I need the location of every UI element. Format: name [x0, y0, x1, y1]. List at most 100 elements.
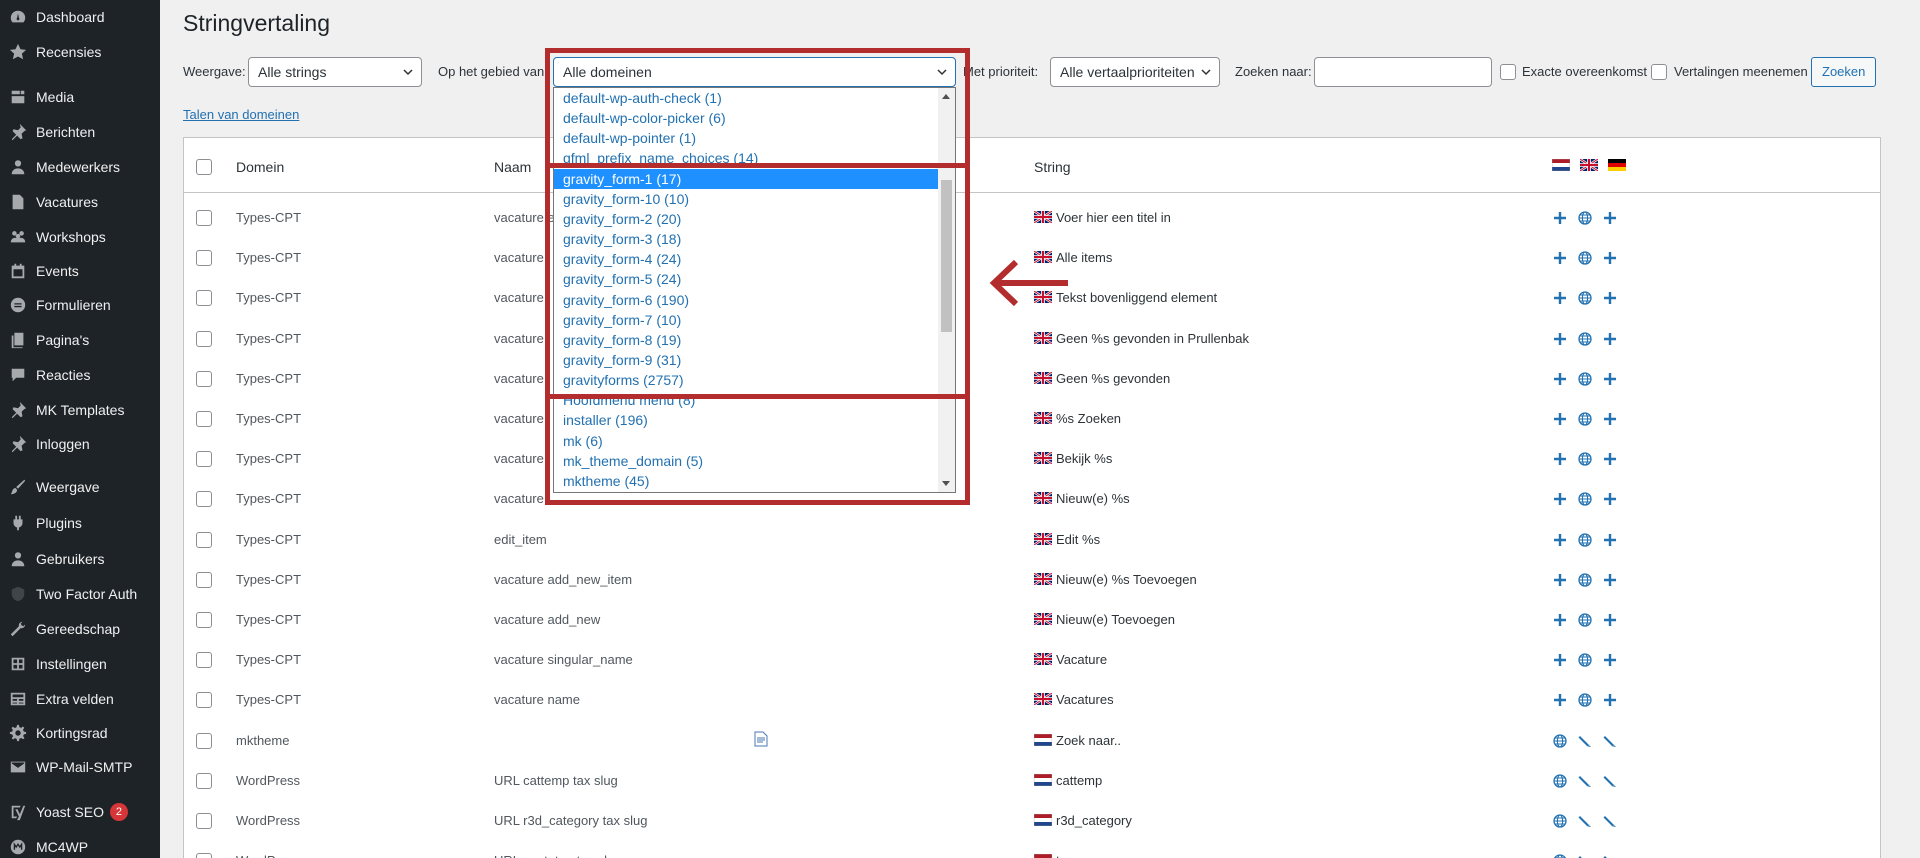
plus-action-button[interactable] — [1602, 331, 1618, 347]
row-checkbox[interactable] — [196, 692, 212, 709]
globe-action-button[interactable] — [1577, 491, 1593, 507]
plus-action-button[interactable] — [1552, 411, 1568, 427]
plus-action-button[interactable] — [1552, 210, 1568, 226]
row-checkbox[interactable] — [196, 813, 212, 829]
sidebar-item-events[interactable]: Events — [0, 256, 160, 286]
row-checkbox[interactable] — [196, 370, 212, 387]
globe-action-button[interactable] — [1552, 773, 1568, 789]
plus-action-button[interactable] — [1602, 411, 1618, 427]
select-all-checkbox[interactable] — [196, 159, 212, 175]
pencil-action-button[interactable] — [1602, 853, 1618, 858]
include-translations-checkbox[interactable] — [1651, 64, 1667, 80]
sidebar-item-wp-mail-smtp[interactable]: WP-Mail-SMTP — [0, 752, 160, 782]
column-header-name[interactable]: Naam — [494, 159, 531, 175]
plus-action-button[interactable] — [1552, 331, 1568, 347]
pencil-action-button[interactable] — [1602, 773, 1618, 789]
plus-action-button[interactable] — [1552, 692, 1568, 708]
search-input[interactable] — [1314, 57, 1492, 87]
sidebar-item-instellingen[interactable]: Instellingen — [0, 649, 160, 679]
search-button[interactable]: Zoeken — [1811, 57, 1877, 87]
sidebar-item-reacties[interactable]: Reacties — [0, 360, 160, 390]
row-checkbox[interactable] — [196, 853, 212, 858]
plus-action-button[interactable] — [1602, 290, 1618, 306]
row-checkbox[interactable] — [196, 531, 212, 548]
column-header-string[interactable]: String — [1034, 159, 1071, 175]
globe-action-button[interactable] — [1577, 532, 1593, 548]
globe-action-button[interactable] — [1577, 692, 1593, 708]
sidebar-item-kortingsrad[interactable]: Kortingsrad — [0, 718, 160, 748]
sidebar-item-recensies[interactable]: Recensies — [0, 37, 160, 67]
globe-action-button[interactable] — [1577, 371, 1593, 387]
sidebar-item-gebruikers[interactable]: Gebruikers — [0, 544, 160, 574]
row-checkbox[interactable] — [196, 652, 212, 669]
sidebar-item-plugins[interactable]: Plugins — [0, 508, 160, 538]
sidebar-item-medewerkers[interactable]: Medewerkers — [0, 152, 160, 182]
plus-action-button[interactable] — [1552, 532, 1568, 548]
document-icon[interactable] — [754, 731, 768, 750]
plus-action-button[interactable] — [1552, 612, 1568, 628]
plus-action-button[interactable] — [1552, 451, 1568, 467]
globe-action-button[interactable] — [1577, 411, 1593, 427]
sidebar-item-media[interactable]: Media — [0, 82, 160, 112]
globe-action-button[interactable] — [1577, 612, 1593, 628]
plus-action-button[interactable] — [1602, 451, 1618, 467]
plus-action-button[interactable] — [1602, 210, 1618, 226]
pencil-action-button[interactable] — [1577, 853, 1593, 858]
sidebar-item-berichten[interactable]: Berichten — [0, 117, 160, 147]
plus-action-button[interactable] — [1602, 491, 1618, 507]
plus-action-button[interactable] — [1552, 491, 1568, 507]
row-checkbox[interactable] — [196, 411, 212, 427]
globe-action-button[interactable] — [1577, 290, 1593, 306]
plus-action-button[interactable] — [1602, 612, 1618, 628]
view-select[interactable]: Alle strings — [248, 57, 422, 87]
globe-action-button[interactable] — [1577, 210, 1593, 226]
row-checkbox[interactable] — [196, 290, 212, 307]
sidebar-item-mc4wp[interactable]: MC4WP — [0, 832, 160, 858]
row-checkbox[interactable] — [196, 491, 212, 508]
plus-action-button[interactable] — [1552, 250, 1568, 266]
sidebar-item-mk-templates[interactable]: MK Templates — [0, 395, 160, 425]
plus-action-button[interactable] — [1602, 371, 1618, 387]
plus-action-button[interactable] — [1602, 250, 1618, 266]
pencil-action-button[interactable] — [1602, 733, 1618, 749]
priority-select[interactable]: Alle vertaalprioriteiten — [1050, 57, 1220, 87]
sidebar-item-extra-velden[interactable]: Extra velden — [0, 684, 160, 714]
globe-action-button[interactable] — [1577, 250, 1593, 266]
pencil-action-button[interactable] — [1577, 773, 1593, 789]
pencil-action-button[interactable] — [1602, 813, 1618, 829]
plus-action-button[interactable] — [1602, 652, 1618, 668]
plus-action-button[interactable] — [1602, 572, 1618, 588]
plus-action-button[interactable] — [1602, 532, 1618, 548]
sidebar-item-yoast-seo[interactable]: Yoast SEO 2 — [0, 797, 160, 827]
sidebar-item-gereedschap[interactable]: Gereedschap — [0, 614, 160, 644]
globe-action-button[interactable] — [1552, 813, 1568, 829]
sidebar-item-two-factor-auth[interactable]: Two Factor Auth — [0, 579, 160, 609]
row-checkbox[interactable] — [196, 772, 212, 789]
sidebar-item-inloggen[interactable]: Inloggen — [0, 429, 160, 459]
row-checkbox[interactable] — [196, 451, 212, 468]
pencil-action-button[interactable] — [1577, 733, 1593, 749]
plus-action-button[interactable] — [1552, 572, 1568, 588]
pencil-action-button[interactable] — [1577, 813, 1593, 829]
sidebar-item-pagina-s[interactable]: Pagina's — [0, 325, 160, 355]
row-checkbox[interactable] — [196, 612, 212, 628]
row-checkbox[interactable] — [196, 732, 212, 749]
plus-action-button[interactable] — [1552, 290, 1568, 306]
plus-action-button[interactable] — [1602, 692, 1618, 708]
row-checkbox[interactable] — [196, 330, 212, 347]
column-header-domain[interactable]: Domein — [236, 159, 284, 175]
sidebar-item-workshops[interactable]: Workshops — [0, 222, 160, 252]
sidebar-item-dashboard[interactable]: Dashboard — [0, 2, 160, 32]
globe-action-button[interactable] — [1577, 572, 1593, 588]
row-checkbox[interactable] — [196, 571, 212, 588]
row-checkbox[interactable] — [196, 250, 212, 267]
sidebar-item-vacatures[interactable]: Vacatures — [0, 187, 160, 217]
domain-languages-link[interactable]: Talen van domeinen — [183, 107, 299, 122]
globe-action-button[interactable] — [1577, 331, 1593, 347]
plus-action-button[interactable] — [1552, 371, 1568, 387]
sidebar-item-weergave[interactable]: Weergave — [0, 472, 160, 502]
plus-action-button[interactable] — [1552, 652, 1568, 668]
exact-match-checkbox[interactable] — [1500, 64, 1516, 80]
globe-action-button[interactable] — [1552, 733, 1568, 749]
globe-action-button[interactable] — [1577, 652, 1593, 668]
